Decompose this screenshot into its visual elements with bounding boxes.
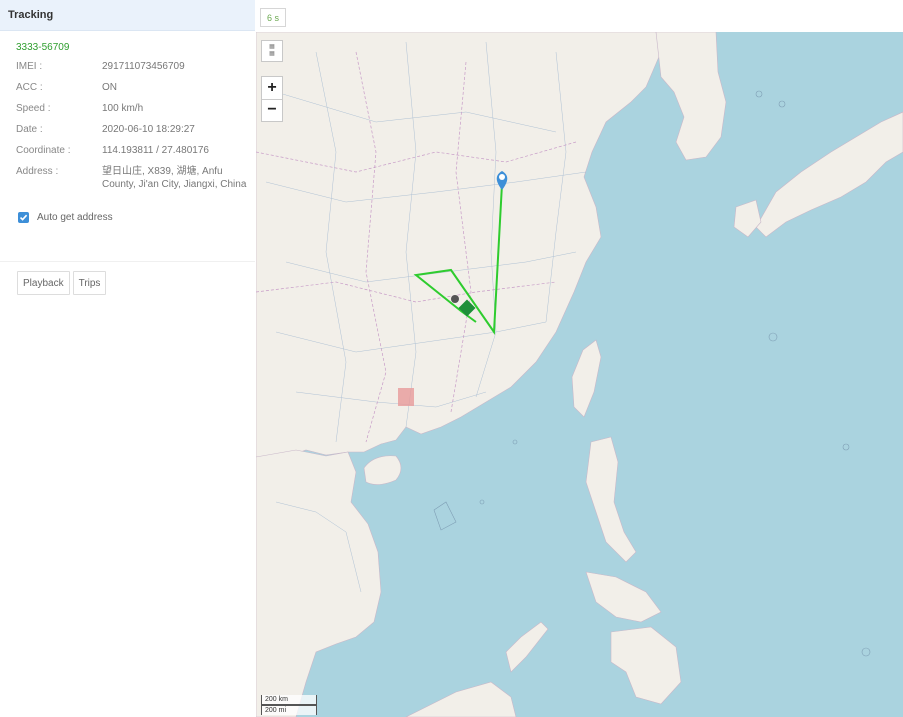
auto-address-label: Auto get address <box>37 211 113 223</box>
speed-label: Speed : <box>16 103 51 114</box>
device-id: 3333-56709 <box>16 42 70 53</box>
date-value: 2020-06-10 18:29:27 <box>102 124 195 135</box>
palawan-island <box>505 621 549 673</box>
speed-value: 100 km/h <box>102 103 144 114</box>
borneo-landmass <box>405 681 517 717</box>
zoom-control: + − <box>261 76 283 122</box>
info-row-acc: ACC : ON <box>0 77 255 98</box>
acc-value: ON <box>102 82 117 93</box>
panel-title: Tracking <box>0 0 255 31</box>
info-row-date: Date : 2020-06-10 18:29:27 <box>0 119 255 140</box>
hainan-island <box>363 455 402 485</box>
action-buttons: Playback Trips <box>17 271 107 295</box>
indochina-landmass <box>256 449 382 717</box>
map-base <box>256 32 903 717</box>
taiwan-island <box>571 339 602 418</box>
refresh-interval-badge[interactable]: 6 s <box>260 8 287 27</box>
panel-divider <box>0 261 255 262</box>
date-label: Date : <box>16 124 43 135</box>
visayas-islands <box>585 571 662 623</box>
mainland-landmass <box>256 32 662 458</box>
info-row-imei: IMEI : 291711073456709 <box>0 56 255 77</box>
city-cluster-marker <box>398 388 414 406</box>
map-scale: 200 km 200 mi <box>261 695 317 715</box>
address-value: 望日山庄, X839, 湖塘, Anfu County, Ji'an City,… <box>102 166 247 190</box>
imei-label: IMEI : <box>16 61 43 72</box>
layers-icon[interactable]: ▦ ▦ <box>261 40 283 62</box>
scale-km: 200 km <box>261 695 317 705</box>
playback-button[interactable]: Playback <box>17 271 70 295</box>
coordinate-value: 114.193811 / 27.480176 <box>102 145 209 156</box>
info-row-address: Address : 望日山庄, X839, 湖塘, Anfu County, J… <box>0 161 255 197</box>
info-row-coordinate: Coordinate : 114.193811 / 27.480176 <box>0 140 255 161</box>
vehicle-origin-dot <box>451 295 459 303</box>
scale-mi: 200 mi <box>261 705 317 715</box>
zoom-in-button[interactable]: + <box>262 78 282 100</box>
korea-peninsula <box>655 32 727 161</box>
address-label: Address : <box>16 166 59 177</box>
info-row-speed: Speed : 100 km/h <box>0 98 255 119</box>
coordinate-label: Coordinate : <box>16 145 71 156</box>
acc-label: ACC : <box>16 82 43 93</box>
zoom-out-button[interactable]: − <box>262 100 282 121</box>
mindanao-island <box>610 626 682 705</box>
trips-button[interactable]: Trips <box>72 271 107 295</box>
auto-address-toggle[interactable]: Auto get address <box>0 207 255 227</box>
kyushu-island <box>733 199 762 238</box>
map-view[interactable]: ▦ ▦ + − 200 km 200 mi <box>256 32 903 717</box>
tracking-panel: Tracking 3333-56709 IMEI : 2917110734567… <box>0 0 255 717</box>
japan-islands <box>755 111 903 238</box>
checkbox-checked-icon[interactable] <box>18 211 29 223</box>
luzon-island <box>585 436 637 563</box>
imei-value: 291711073456709 <box>102 61 185 72</box>
